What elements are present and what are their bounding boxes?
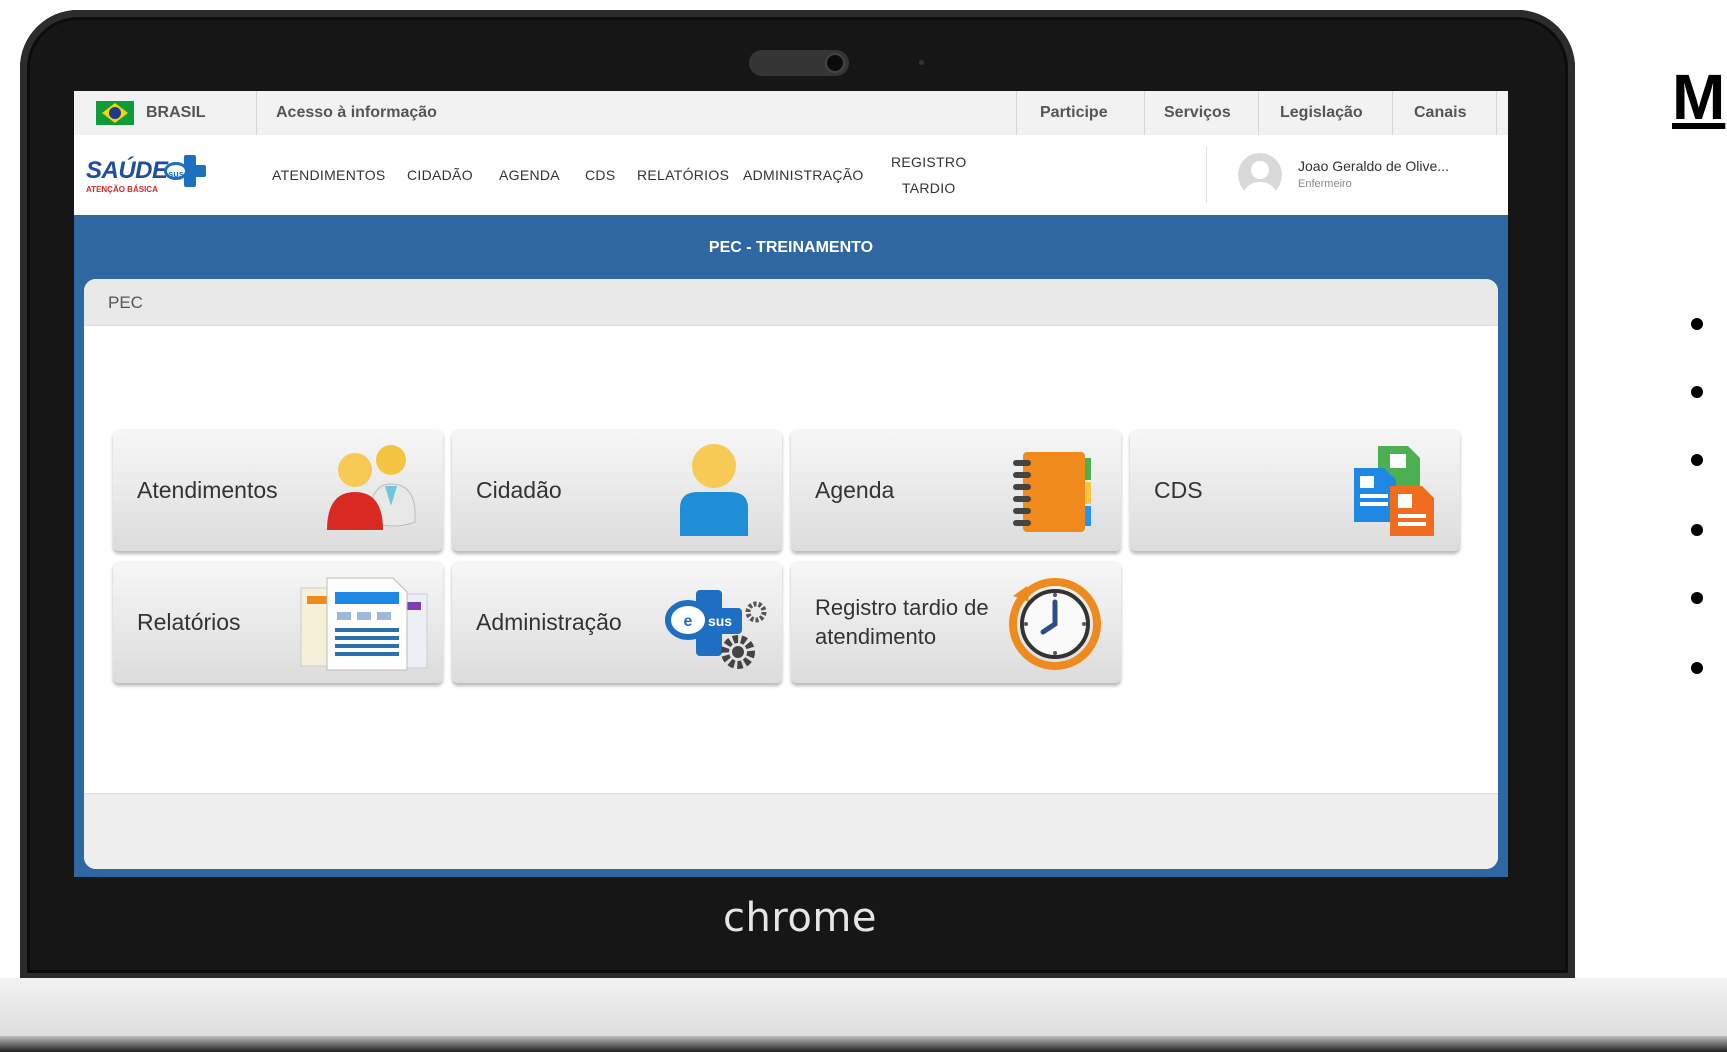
gov-link-servicos[interactable]: Serviços bbox=[1164, 91, 1231, 135]
environment-title: PEC - TREINAMENTO bbox=[708, 239, 874, 256]
panel-footer bbox=[84, 793, 1498, 869]
svg-text:e: e bbox=[684, 613, 693, 630]
user-name[interactable]: Joao Geraldo de Olive... bbox=[1298, 158, 1449, 174]
tile-atendimentos[interactable]: Atendimentos bbox=[113, 429, 443, 551]
access-info-link[interactable]: Acesso à informação bbox=[276, 91, 437, 135]
nav-registro-tardio[interactable]: REGISTRO TARDIO bbox=[891, 135, 967, 215]
user-role: Enfermeiro bbox=[1298, 178, 1352, 190]
user-avatar-icon[interactable] bbox=[1238, 153, 1282, 197]
webcam-lens-icon bbox=[827, 55, 843, 71]
svg-text:sus: sus bbox=[708, 613, 732, 629]
nav-relatorios[interactable]: RELATÓRIOS bbox=[637, 135, 729, 215]
gov-link-participe[interactable]: Participe bbox=[1040, 91, 1108, 135]
nav-registro-line2: TARDIO bbox=[901, 180, 956, 196]
nav-cds[interactable]: CDS bbox=[585, 135, 615, 215]
tile-agenda[interactable]: Agenda bbox=[791, 429, 1121, 551]
tile-cidadao[interactable]: Cidadão bbox=[452, 429, 782, 551]
laptop-screen: BRASIL Acesso à informação Participe Ser… bbox=[74, 91, 1508, 877]
laptop-base-edge bbox=[0, 1036, 1727, 1052]
divider bbox=[1144, 91, 1145, 135]
laptop-brand-label: chrome bbox=[723, 895, 877, 941]
brasil-label: BRASIL bbox=[146, 104, 206, 121]
agenda-notebook-icon bbox=[1003, 440, 1103, 540]
saude-esus-logo[interactable]: SAÚDE sus ATENÇÃO BÁSICA bbox=[86, 155, 206, 195]
divider bbox=[1496, 91, 1497, 135]
panel-header: PEC bbox=[84, 279, 1498, 326]
divider bbox=[1206, 147, 1207, 203]
camera-indicator-dot bbox=[919, 60, 924, 65]
tile-label: Atendimentos bbox=[137, 477, 278, 503]
cds-forms-icon bbox=[1342, 440, 1442, 540]
esus-logo-badge: sus bbox=[164, 162, 188, 180]
nav-agenda[interactable]: AGENDA bbox=[499, 135, 560, 215]
tile-registro-tardio[interactable]: Registro tardio de atendimento bbox=[791, 561, 1121, 683]
pec-panel: PEC Atendimentos Cidadão Agenda CDS Rela… bbox=[84, 279, 1498, 869]
tile-label: CDS bbox=[1154, 477, 1203, 503]
citizen-person-icon bbox=[664, 440, 764, 540]
slide-bullet bbox=[1691, 524, 1703, 536]
divider bbox=[1016, 91, 1017, 135]
tile-label: Relatórios bbox=[137, 609, 241, 635]
nav-atendimentos[interactable]: ATENDIMENTOS bbox=[272, 135, 386, 215]
logo-wordmark: SAÚDE bbox=[86, 157, 168, 184]
logo-subtitle: ATENÇÃO BÁSICA bbox=[86, 185, 158, 194]
divider bbox=[256, 91, 257, 135]
late-record-clock-icon bbox=[1003, 572, 1103, 672]
panel-title: PEC bbox=[108, 293, 143, 312]
slide-bullet bbox=[1691, 318, 1703, 330]
brasil-link[interactable]: BRASIL bbox=[96, 91, 206, 135]
gov-link-canais[interactable]: Canais bbox=[1414, 91, 1466, 135]
app-header: SAÚDE sus ATENÇÃO BÁSICA ATENDIMENTOS CI… bbox=[74, 135, 1508, 216]
reports-documents-icon bbox=[297, 572, 433, 672]
nav-administracao[interactable]: ADMINISTRAÇÃO bbox=[743, 135, 864, 215]
gov-link-legislacao[interactable]: Legislação bbox=[1280, 91, 1363, 135]
tile-label: Registro tardio de atendimento bbox=[815, 595, 989, 649]
tile-label: Administração bbox=[476, 609, 622, 635]
nav-cidadao[interactable]: CIDADÃO bbox=[407, 135, 473, 215]
divider bbox=[1258, 91, 1259, 135]
title-band: PEC - TREINAMENTO PEC Atendimentos Cidad… bbox=[74, 215, 1508, 877]
divider bbox=[1392, 91, 1393, 135]
slide-bullet bbox=[1691, 386, 1703, 398]
gov-bar: BRASIL Acesso à informação Participe Ser… bbox=[74, 91, 1508, 136]
slide-bullet bbox=[1691, 592, 1703, 604]
tile-relatorios[interactable]: Relatórios bbox=[113, 561, 443, 683]
tile-cds[interactable]: CDS bbox=[1130, 429, 1460, 551]
brazil-flag-icon bbox=[96, 101, 134, 125]
slide-bullet bbox=[1691, 454, 1703, 466]
tile-label: Cidadão bbox=[476, 477, 562, 503]
tile-label: Agenda bbox=[815, 477, 895, 503]
nav-registro-line1: REGISTRO bbox=[891, 154, 967, 170]
attendance-people-icon bbox=[325, 440, 425, 540]
tile-administracao[interactable]: Administração e sus bbox=[452, 561, 782, 683]
admin-esus-gears-icon: e sus bbox=[664, 572, 768, 672]
slide-bullet bbox=[1691, 662, 1703, 674]
slide-heading: M bbox=[1672, 61, 1726, 133]
